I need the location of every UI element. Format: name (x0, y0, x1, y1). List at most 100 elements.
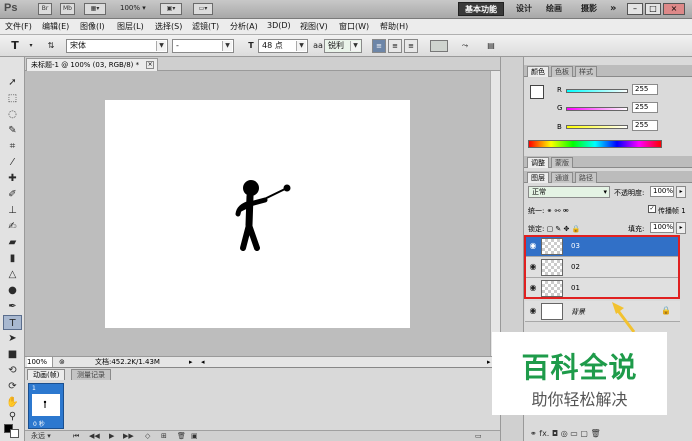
foreground-color-box[interactable] (530, 85, 544, 99)
canvas-area[interactable] (25, 71, 490, 356)
hand-tool-icon[interactable]: ✋ (3, 395, 22, 410)
tab-layers[interactable]: 图层 (527, 172, 549, 183)
menu-view[interactable]: 视图(V) (300, 21, 328, 32)
3d-rotate-tool-icon[interactable]: ⟲ (3, 363, 22, 378)
healing-brush-tool-icon[interactable]: ✚ (3, 171, 22, 186)
document-canvas[interactable] (105, 100, 410, 328)
clone-stamp-tool-icon[interactable]: ⊥ (3, 203, 22, 218)
font-family-select[interactable]: 宋体 ▼ (66, 39, 168, 53)
shape-tool-icon[interactable]: ■ (3, 347, 22, 362)
toggle-orientation-icon[interactable]: ⇅ (44, 39, 58, 53)
tab-channels[interactable]: 通道 (551, 172, 573, 183)
close-icon[interactable]: × (146, 61, 155, 69)
menu-filter[interactable]: 滤镜(T) (192, 21, 219, 32)
lasso-tool-icon[interactable]: ◌ (3, 107, 22, 122)
scroll-right-icon[interactable]: ▸ (487, 357, 491, 367)
eraser-tool-icon[interactable]: ▰ (3, 235, 22, 250)
text-tool-preset-icon[interactable]: T (8, 39, 22, 53)
red-slider[interactable] (566, 89, 628, 93)
document-tab[interactable]: 未标题-1 @ 100% (03, RGB/8) * × (26, 58, 159, 71)
move-tool-icon[interactable]: ➚ (3, 75, 22, 90)
close-button[interactable]: × (663, 3, 685, 15)
red-value-field[interactable]: 255 (632, 84, 658, 95)
fill-arrow-icon[interactable]: ▸ (676, 222, 686, 234)
status-info-icon[interactable]: ⊚ (59, 357, 65, 367)
brush-tool-icon[interactable]: ✐ (3, 187, 22, 202)
menu-help[interactable]: 帮助(H) (380, 21, 408, 32)
chevron-down-icon[interactable]: ▾ (24, 39, 38, 53)
panel-scroll-icon[interactable]: ▭ (475, 431, 482, 441)
vertical-scrollbar[interactable] (490, 71, 500, 356)
tab-measurement-log[interactable]: 测量记录 (71, 369, 111, 380)
blue-value-field[interactable]: 255 (632, 120, 658, 131)
workspace-painting-button[interactable]: 绘画 (540, 2, 568, 16)
propagate-checkbox[interactable]: ✓ (648, 205, 656, 213)
align-left-button[interactable]: ≡ (372, 39, 386, 53)
tab-adjustments[interactable]: 调整 (527, 157, 549, 168)
arrange-documents-icon[interactable]: ▣▾ (160, 3, 182, 15)
layer-name[interactable]: 背景 (571, 307, 585, 317)
delete-frame-icon[interactable]: 🗑 (177, 431, 186, 441)
scroll-left-icon[interactable]: ◂ (201, 357, 205, 367)
timeline-toggle-icon[interactable]: ▣ (191, 431, 198, 441)
path-selection-tool-icon[interactable]: ➤ (3, 331, 22, 346)
marquee-tool-icon[interactable]: ⬚ (3, 91, 22, 106)
text-color-swatch[interactable] (430, 40, 448, 52)
dodge-tool-icon[interactable]: ● (3, 283, 22, 298)
play-icon[interactable]: ▶ (109, 431, 114, 441)
background-color-swatch[interactable] (10, 429, 19, 438)
tween-icon[interactable]: ◇ (145, 431, 150, 441)
opacity-field[interactable]: 100% (650, 186, 674, 197)
blue-slider[interactable] (566, 125, 628, 129)
3d-orbit-tool-icon[interactable]: ⟳ (3, 379, 22, 394)
tab-masks[interactable]: 蒙版 (551, 157, 573, 168)
frame-delay[interactable]: 0 秒 (33, 419, 45, 428)
menu-layer[interactable]: 图层(L) (117, 21, 144, 32)
next-frame-icon[interactable]: ▶▶ (123, 431, 134, 441)
align-center-button[interactable]: ≡ (388, 39, 402, 53)
menu-3d[interactable]: 3D(D) (267, 21, 291, 30)
previous-frame-icon[interactable]: ◀◀ (89, 431, 100, 441)
workspace-photography-button[interactable]: 摄影 (575, 2, 603, 16)
antialias-select[interactable]: 锐利 ▼ (324, 39, 362, 53)
menu-select[interactable]: 选择(S) (155, 21, 182, 32)
type-tool-icon[interactable]: T (3, 315, 22, 330)
quick-select-tool-icon[interactable]: ✎ (3, 123, 22, 138)
opacity-arrow-icon[interactable]: ▸ (676, 186, 686, 198)
eye-icon[interactable]: ◉ (527, 306, 539, 316)
zoom-tool-icon[interactable]: ⚲ (3, 409, 22, 424)
menu-edit[interactable]: 编辑(E) (42, 21, 69, 32)
tab-paths[interactable]: 路径 (575, 172, 597, 183)
status-menu-arrow-icon[interactable]: ▸ (189, 357, 193, 367)
green-value-field[interactable]: 255 (632, 102, 658, 113)
zoom-status-field[interactable]: 100% (27, 357, 53, 367)
menu-image[interactable]: 图像(I) (80, 21, 105, 32)
align-right-button[interactable]: ≡ (404, 39, 418, 53)
fill-field[interactable]: 100% (650, 222, 674, 233)
menu-analysis[interactable]: 分析(A) (230, 21, 258, 32)
tab-color[interactable]: 颜色 (527, 66, 549, 77)
workspace-basic-button[interactable]: 基本功能 (458, 2, 504, 16)
font-size-select[interactable]: 48 点 ▼ (258, 39, 308, 53)
blur-tool-icon[interactable]: △ (3, 267, 22, 282)
font-style-select[interactable]: - ▼ (172, 39, 234, 53)
first-frame-icon[interactable]: ⏮ (73, 431, 79, 441)
minimize-button[interactable]: – (627, 3, 643, 15)
bridge-icon[interactable]: Br (38, 3, 52, 15)
more-workspaces-icon[interactable]: » (604, 2, 622, 16)
mini-bridge-icon[interactable]: Mb (60, 3, 75, 15)
layer-row-background[interactable]: ◉ 背景 🔒 (525, 301, 680, 322)
workspace-design-button[interactable]: 设计 (510, 2, 538, 16)
pen-tool-icon[interactable]: ✒ (3, 299, 22, 314)
color-spectrum-bar[interactable] (528, 140, 662, 148)
history-brush-tool-icon[interactable]: ✍ (3, 219, 22, 234)
screen-mode-icon[interactable]: ▭▾ (193, 3, 213, 15)
layers-footer-icons[interactable]: ⚭ fx. ◘ ◎ ▭ ▢ 🗑 (530, 429, 601, 438)
tab-swatches[interactable]: 色板 (551, 66, 573, 77)
tab-animation-frames[interactable]: 动画(帧) (27, 369, 66, 380)
eyedropper-tool-icon[interactable]: ⁄ (3, 155, 22, 170)
duplicate-frame-icon[interactable]: ⊞ (161, 431, 167, 441)
zoom-level-dropdown[interactable]: 100% ▾ (120, 4, 146, 12)
green-slider[interactable] (566, 107, 628, 111)
maximize-button[interactable]: □ (645, 3, 661, 15)
